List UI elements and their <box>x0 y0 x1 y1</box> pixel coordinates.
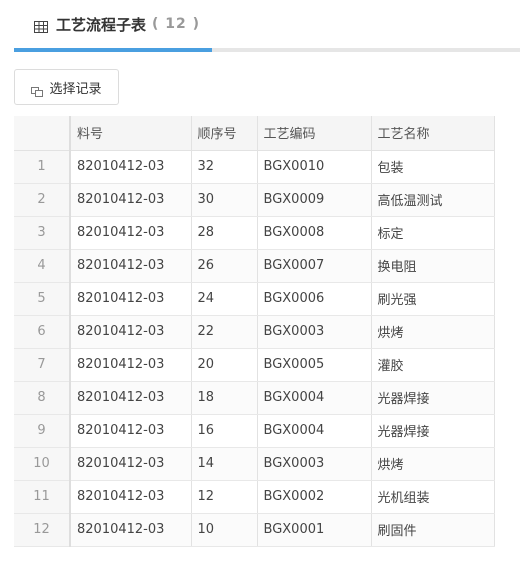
process-code-cell[interactable]: BGX0005 <box>257 348 372 382</box>
part-number-cell[interactable]: 82010412-03 <box>70 183 192 217</box>
tab-bar: 工艺流程子表 ( 12 ) <box>0 0 520 52</box>
process-table: 料号 顺序号 工艺编码 工艺名称 1 82010412-03 32 BGX0010 包装… <box>14 116 495 547</box>
process-code-cell[interactable]: BGX0009 <box>257 183 372 217</box>
sequence-cell[interactable]: 22 <box>191 315 258 349</box>
process-name-cell[interactable]: 灌胶 <box>371 348 495 382</box>
table-grid-icon <box>34 18 48 33</box>
row-index-cell: 9 <box>14 414 71 448</box>
row-index-cell: 12 <box>14 513 71 547</box>
select-records-icon <box>31 82 44 97</box>
row-index-cell: 6 <box>14 315 71 349</box>
process-name-cell[interactable]: 标定 <box>371 216 495 250</box>
table-row[interactable]: 9 82010412-03 16 BGX0004 光器焊接 <box>14 414 495 448</box>
row-index-cell: 10 <box>14 447 71 481</box>
row-index-cell: 4 <box>14 249 71 283</box>
process-name-cell[interactable]: 换电阻 <box>371 249 495 283</box>
process-code-cell[interactable]: BGX0001 <box>257 513 372 547</box>
part-number-cell[interactable]: 82010412-03 <box>70 381 192 415</box>
process-name-cell[interactable]: 光器焊接 <box>371 414 495 448</box>
row-index-cell: 5 <box>14 282 71 316</box>
process-code-cell[interactable]: BGX0004 <box>257 381 372 415</box>
sequence-cell[interactable]: 20 <box>191 348 258 382</box>
column-header-process-name[interactable]: 工艺名称 <box>371 116 495 151</box>
sequence-cell[interactable]: 12 <box>191 480 258 514</box>
part-number-cell[interactable]: 82010412-03 <box>70 447 192 481</box>
part-number-cell[interactable]: 82010412-03 <box>70 513 192 547</box>
table-header-row: 料号 顺序号 工艺编码 工艺名称 <box>14 116 495 151</box>
process-name-cell[interactable]: 刷光强 <box>371 282 495 316</box>
column-header-sequence[interactable]: 顺序号 <box>191 116 258 151</box>
select-records-label: 选择记录 <box>49 81 102 97</box>
process-code-cell[interactable]: BGX0010 <box>257 150 372 184</box>
sequence-cell[interactable]: 32 <box>191 150 258 184</box>
sequence-cell[interactable]: 18 <box>191 381 258 415</box>
row-index-cell: 8 <box>14 381 71 415</box>
tab-record-count: ( 12 ) <box>152 16 201 32</box>
part-number-cell[interactable]: 82010412-03 <box>70 282 192 316</box>
table-row[interactable]: 10 82010412-03 14 BGX0003 烘烤 <box>14 447 495 481</box>
table-row[interactable]: 1 82010412-03 32 BGX0010 包装 <box>14 150 495 184</box>
process-name-cell[interactable]: 光器焊接 <box>371 381 495 415</box>
table-row[interactable]: 8 82010412-03 18 BGX0004 光器焊接 <box>14 381 495 415</box>
part-number-cell[interactable]: 82010412-03 <box>70 315 192 349</box>
table-row[interactable]: 7 82010412-03 20 BGX0005 灌胶 <box>14 348 495 382</box>
column-header-index <box>14 116 71 151</box>
table-row[interactable]: 5 82010412-03 24 BGX0006 刷光强 <box>14 282 495 316</box>
table-row[interactable]: 6 82010412-03 22 BGX0003 烘烤 <box>14 315 495 349</box>
part-number-cell[interactable]: 82010412-03 <box>70 480 192 514</box>
part-number-cell[interactable]: 82010412-03 <box>70 414 192 448</box>
process-name-cell[interactable]: 刷固件 <box>371 513 495 547</box>
row-index-cell: 2 <box>14 183 71 217</box>
sequence-cell[interactable]: 28 <box>191 216 258 250</box>
table-row[interactable]: 11 82010412-03 12 BGX0002 光机组装 <box>14 480 495 514</box>
table-row[interactable]: 12 82010412-03 10 BGX0001 刷固件 <box>14 513 495 547</box>
row-index-cell: 11 <box>14 480 71 514</box>
tab-title: 工艺流程子表 <box>56 15 147 34</box>
tab-process-subtable[interactable]: 工艺流程子表 ( 12 ) <box>14 0 212 48</box>
row-index-cell: 3 <box>14 216 71 250</box>
sequence-cell[interactable]: 16 <box>191 414 258 448</box>
process-code-cell[interactable]: BGX0004 <box>257 414 372 448</box>
column-header-process-code[interactable]: 工艺编码 <box>257 116 372 151</box>
part-number-cell[interactable]: 82010412-03 <box>70 150 192 184</box>
process-name-cell[interactable]: 包装 <box>371 150 495 184</box>
select-records-button[interactable]: 选择记录 <box>14 69 119 105</box>
process-code-cell[interactable]: BGX0006 <box>257 282 372 316</box>
process-code-cell[interactable]: BGX0003 <box>257 315 372 349</box>
part-number-cell[interactable]: 82010412-03 <box>70 348 192 382</box>
table-row[interactable]: 3 82010412-03 28 BGX0008 标定 <box>14 216 495 250</box>
process-name-cell[interactable]: 烘烤 <box>371 315 495 349</box>
sequence-cell[interactable]: 24 <box>191 282 258 316</box>
process-code-cell[interactable]: BGX0008 <box>257 216 372 250</box>
table-row[interactable]: 4 82010412-03 26 BGX0007 换电阻 <box>14 249 495 283</box>
process-code-cell[interactable]: BGX0003 <box>257 447 372 481</box>
part-number-cell[interactable]: 82010412-03 <box>70 216 192 250</box>
process-code-cell[interactable]: BGX0007 <box>257 249 372 283</box>
row-index-cell: 1 <box>14 150 71 184</box>
sequence-cell[interactable]: 30 <box>191 183 258 217</box>
table-row[interactable]: 2 82010412-03 30 BGX0009 高低温测试 <box>14 183 495 217</box>
process-code-cell[interactable]: BGX0002 <box>257 480 372 514</box>
column-header-part-no[interactable]: 料号 <box>70 116 192 151</box>
row-index-cell: 7 <box>14 348 71 382</box>
sequence-cell[interactable]: 26 <box>191 249 258 283</box>
sequence-cell[interactable]: 10 <box>191 513 258 547</box>
part-number-cell[interactable]: 82010412-03 <box>70 249 192 283</box>
tab-active-indicator <box>14 48 212 52</box>
sequence-cell[interactable]: 14 <box>191 447 258 481</box>
process-name-cell[interactable]: 烘烤 <box>371 447 495 481</box>
process-name-cell[interactable]: 光机组装 <box>371 480 495 514</box>
process-name-cell[interactable]: 高低温测试 <box>371 183 495 217</box>
